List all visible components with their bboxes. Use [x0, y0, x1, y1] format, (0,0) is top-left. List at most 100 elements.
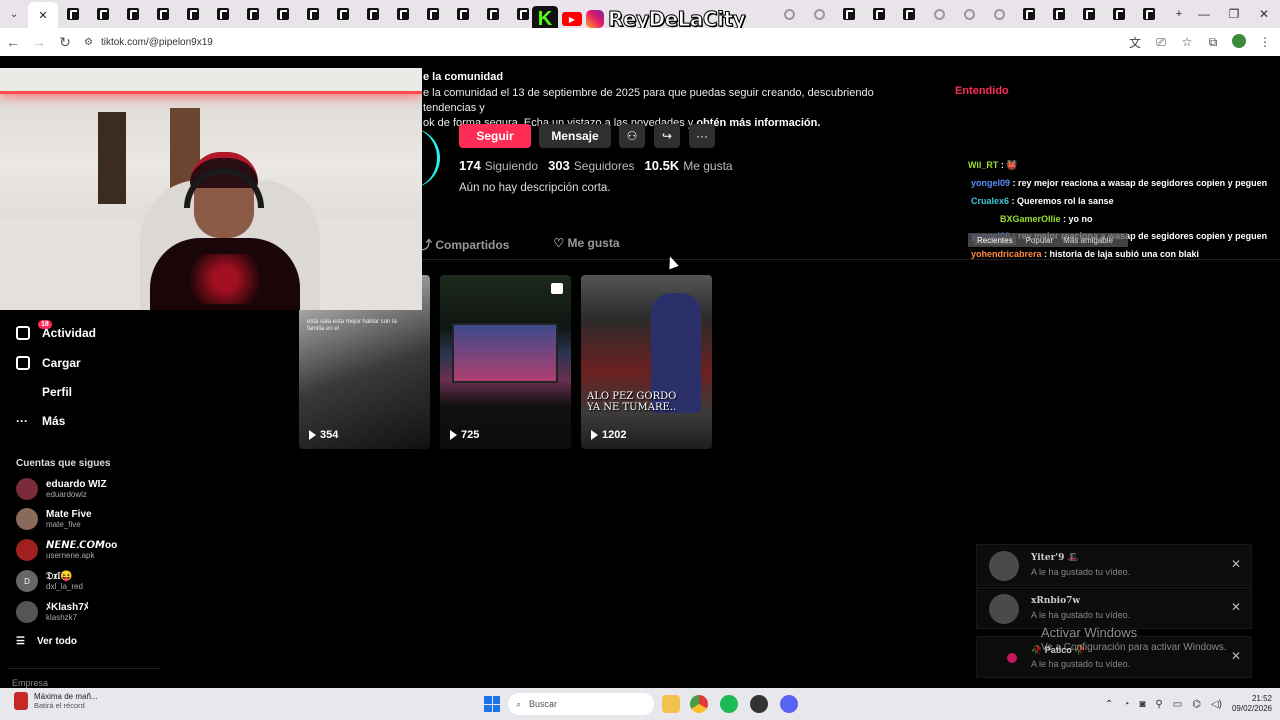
forward-button[interactable]: → — [26, 29, 52, 55]
like-notification[interactable]: xRnbio7w A le ha gustado tu vídeo. ✕ — [976, 587, 1252, 629]
close-icon[interactable]: ✕ — [1231, 600, 1241, 614]
tab-tiktok[interactable] — [178, 2, 208, 26]
cast-icon[interactable]: ⎚ — [1150, 35, 1172, 50]
add-friend-icon[interactable]: ⚇ — [619, 124, 645, 148]
tab-tiktok[interactable] — [118, 2, 148, 26]
chat-text: : 👹 — [998, 160, 1018, 170]
mic-icon[interactable]: ⚲ — [1155, 699, 1162, 710]
tab-tiktok[interactable] — [1104, 2, 1134, 26]
tab-tiktok[interactable] — [328, 2, 358, 26]
following-account[interactable]: ﾒKlash7ﾒ klashzk7 — [16, 601, 89, 623]
tab-tiktok[interactable] — [448, 2, 478, 26]
menu-kebab-icon[interactable]: ⋮ — [1254, 35, 1276, 49]
see-all-button[interactable]: ☰ Ver todo — [16, 636, 77, 647]
chat-tab-recent[interactable]: Recientes — [974, 235, 1016, 245]
close-icon[interactable]: ✕ — [1231, 649, 1241, 663]
sidebar-item-profile[interactable]: Perfil — [42, 385, 72, 399]
tab-tiktok[interactable] — [298, 2, 328, 26]
translate-icon[interactable]: 文 — [1124, 34, 1146, 51]
message-button[interactable]: Mensaje — [539, 124, 611, 148]
volume-icon[interactable]: ◁) — [1211, 699, 1222, 710]
profile-tabs: ⤴ Compartidos ♡ Me gusta — [420, 236, 620, 253]
following-account[interactable]: 𝙉𝙀𝙉𝙀.𝘾𝙊𝙈oo usernene.apk — [16, 539, 117, 561]
display-icon[interactable]: ▭ — [1173, 699, 1182, 710]
tab-tiktok[interactable] — [1014, 2, 1044, 26]
company-link[interactable]: Empresa — [12, 678, 48, 688]
taskbar-search[interactable]: ⌕ Buscar — [508, 693, 654, 715]
file-explorer-icon[interactable] — [662, 695, 680, 713]
discord-icon[interactable] — [780, 695, 798, 713]
tab-tiktok[interactable] — [834, 2, 864, 26]
tab-tiktok[interactable] — [1074, 2, 1104, 26]
following-account[interactable]: D 𝔇𝔵𝔩😝 dxl_la_red — [16, 570, 83, 592]
tab-tiktok[interactable] — [864, 2, 894, 26]
chevron-up-icon[interactable]: ⌃ — [1105, 699, 1113, 710]
bookmark-star-icon[interactable]: ☆ — [1176, 35, 1198, 49]
tab-tiktok[interactable] — [418, 2, 448, 26]
profile-avatar[interactable] — [1228, 33, 1250, 51]
tab-tiktok[interactable] — [238, 2, 268, 26]
video-thumbnail[interactable]: ALO PEZ GORDO YA NE TUMARE.. 1202 — [581, 275, 712, 449]
spotify-icon[interactable] — [720, 695, 738, 713]
obs-icon[interactable] — [750, 695, 768, 713]
start-button[interactable] — [484, 696, 500, 712]
tab-loading[interactable] — [804, 2, 834, 26]
sidebar-item-upload[interactable]: Cargar — [16, 356, 81, 370]
tab-loading[interactable] — [774, 2, 804, 26]
chat-tab-popular[interactable]: Popular — [1026, 236, 1054, 245]
tab-tiktok[interactable] — [1134, 2, 1164, 26]
tab-liked[interactable]: ♡ Me gusta — [553, 236, 619, 253]
tiktok-icon — [157, 8, 169, 20]
tab-loading[interactable] — [954, 2, 984, 26]
tab-search-dropdown[interactable]: ⌄ — [0, 0, 28, 28]
likes-stat: 10.5K Me gusta — [645, 158, 733, 173]
following-stat[interactable]: 174 Siguiendo — [459, 158, 538, 173]
tab-tiktok[interactable] — [268, 2, 298, 26]
tab-close-icon[interactable]: ✕ — [28, 2, 58, 28]
news-widget[interactable]: Máxima de mañ... Batirá el récord — [14, 692, 98, 710]
inbox-icon: 18 — [16, 320, 52, 340]
headset-icon[interactable]: ◙ — [1139, 699, 1145, 710]
close-icon[interactable]: ✕ — [1231, 557, 1241, 571]
tabs-divider — [300, 259, 1280, 260]
tab-loading[interactable] — [924, 2, 954, 26]
following-account[interactable]: eduardo WIZ eduardowiz — [16, 478, 107, 500]
followers-stat[interactable]: 303 Seguidores — [548, 158, 634, 173]
following-account[interactable]: Mate Five mate_five — [16, 508, 92, 530]
chat-tab-gifts[interactable]: Más amigable — [1063, 236, 1113, 245]
chrome-icon[interactable] — [690, 695, 708, 713]
tiktok-icon — [517, 8, 529, 20]
like-notification[interactable]: Yiter'9 🎩 A le ha gustado tu vídeo. ✕ — [976, 544, 1252, 586]
tab-tiktok[interactable] — [358, 2, 388, 26]
close-window-button[interactable]: ✕ — [1248, 0, 1280, 28]
dismiss-banner-button[interactable]: Entendido — [955, 85, 1009, 97]
site-info-icon[interactable]: ⚙ — [84, 37, 93, 48]
profile-bio: Aún no hay descripción corta. — [459, 182, 611, 194]
tab-tiktok[interactable] — [88, 2, 118, 26]
network-icon[interactable]: ◔ — [1123, 699, 1129, 710]
follow-button[interactable]: Seguir — [459, 124, 531, 148]
more-options-icon[interactable]: ··· — [689, 124, 715, 148]
tab-tiktok[interactable] — [58, 2, 88, 26]
minimize-button[interactable]: — — [1188, 0, 1220, 28]
sidebar-item-more[interactable]: ··· Más — [16, 414, 65, 428]
sidebar-item-activity[interactable]: 18 Actividad — [16, 320, 96, 340]
wifi-icon[interactable]: ⌬ — [1192, 699, 1201, 710]
tab-shared[interactable]: ⤴ Compartidos — [420, 236, 509, 253]
tab-tiktok[interactable] — [388, 2, 418, 26]
tab-loading[interactable] — [984, 2, 1014, 26]
tab-tiktok[interactable] — [148, 2, 178, 26]
extensions-icon[interactable]: ⧉ — [1202, 35, 1224, 50]
reload-button[interactable]: ↻ — [52, 29, 78, 55]
tab-tiktok[interactable] — [478, 2, 508, 26]
chat-message: BXGamerOllie : yo no — [1000, 214, 1093, 224]
video-thumbnail[interactable]: 725 — [440, 275, 571, 449]
tab-tiktok[interactable] — [208, 2, 238, 26]
clock[interactable]: 21:52 09/02/2026 — [1232, 694, 1272, 714]
tab-tiktok[interactable] — [894, 2, 924, 26]
share-icon[interactable]: ↪ — [654, 124, 680, 148]
url-field[interactable]: ⚙ tiktok.com/@pipelon9x19 — [84, 37, 213, 48]
tab-tiktok[interactable] — [1044, 2, 1074, 26]
restore-button[interactable]: ❐ — [1218, 0, 1250, 28]
back-button[interactable]: ← — [0, 29, 26, 55]
